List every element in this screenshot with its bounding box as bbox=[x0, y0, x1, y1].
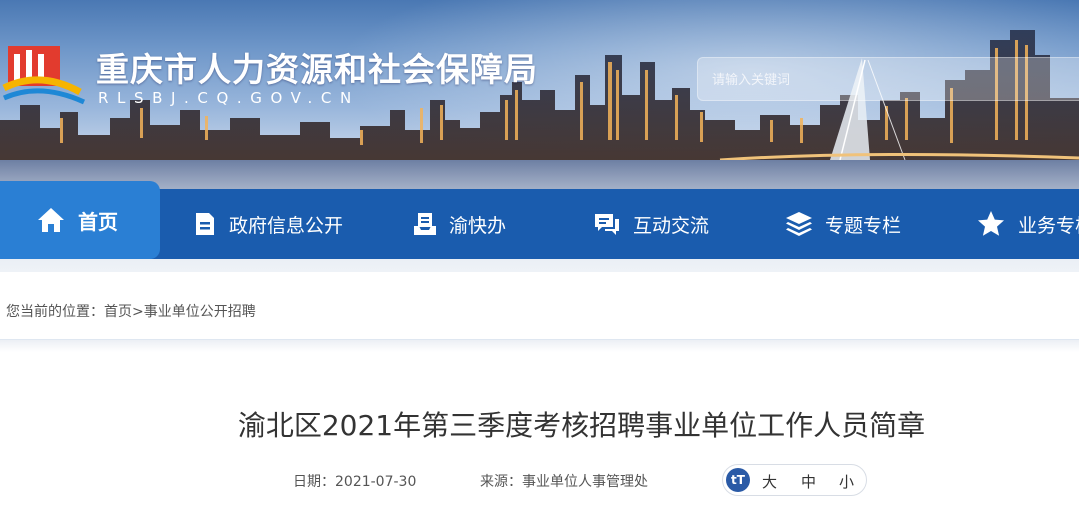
nav-item-label: 政府信息公开 bbox=[229, 214, 344, 237]
layers-icon bbox=[786, 212, 812, 236]
nav-item-gov-info[interactable]: 政府信息公开 bbox=[193, 189, 343, 259]
text-size-icon: tT bbox=[726, 468, 750, 492]
nav-item-label: 渝快办 bbox=[449, 214, 507, 237]
nav-item-business[interactable]: 业务专栏 bbox=[976, 189, 1079, 259]
document-icon bbox=[196, 213, 214, 235]
nav-item-label: 业务专栏 bbox=[1018, 214, 1079, 237]
nav-item-home[interactable]: 首页 bbox=[0, 181, 160, 259]
font-size-control: tT 大 中 小 bbox=[722, 464, 867, 496]
breadcrumb-bar: 您当前的位置：首页>事业单位公开招聘 bbox=[0, 285, 1079, 340]
date-label: 日期： bbox=[293, 474, 335, 490]
nav-item-label: 专题专栏 bbox=[825, 214, 902, 237]
site-title: 重庆市人力资源和社会保障局 bbox=[96, 50, 538, 89]
chat-icon bbox=[595, 214, 619, 235]
article-title: 渝北区2021年第三季度考核招聘事业单位工作人员简章 bbox=[237, 409, 926, 442]
main-nav: 首页 政府信息公开 渝快办 互动交流 专题专栏 业务专 bbox=[0, 181, 1079, 259]
breadcrumb-prefix: 您当前的位置： bbox=[6, 304, 104, 320]
file-tray-icon bbox=[414, 213, 436, 235]
home-icon bbox=[38, 208, 64, 232]
nav-item-label: 首页 bbox=[78, 209, 118, 234]
nav-item-label: 互动交流 bbox=[633, 214, 710, 237]
date-value: 2021-07-30 bbox=[335, 474, 417, 490]
nav-item-yukuaiban[interactable]: 渝快办 bbox=[413, 189, 506, 259]
site-logo bbox=[2, 46, 86, 105]
site-domain: RLSBJ.CQ.GOV.CN bbox=[98, 89, 360, 107]
nav-item-interaction[interactable]: 互动交流 bbox=[593, 189, 709, 259]
breadcrumb-separator: > bbox=[132, 304, 144, 320]
source-label: 来源： bbox=[480, 474, 522, 490]
search-box[interactable] bbox=[697, 57, 1079, 101]
font-size-medium-button[interactable]: 中 bbox=[801, 471, 816, 492]
article-date: 日期：2021-07-30 bbox=[293, 471, 416, 491]
breadcrumb-current-link[interactable]: 事业单位公开招聘 bbox=[144, 304, 256, 320]
divider bbox=[0, 340, 1079, 352]
search-input[interactable] bbox=[710, 68, 1054, 92]
font-size-small-button[interactable]: 小 bbox=[839, 471, 854, 492]
breadcrumb-home-link[interactable]: 首页 bbox=[104, 304, 132, 320]
font-size-large-button[interactable]: 大 bbox=[762, 471, 777, 492]
star-icon bbox=[978, 211, 1004, 236]
breadcrumb: 您当前的位置：首页>事业单位公开招聘 bbox=[6, 301, 256, 321]
nav-item-special[interactable]: 专题专栏 bbox=[785, 189, 901, 259]
source-value: 事业单位人事管理处 bbox=[522, 474, 648, 490]
article-source: 来源：事业单位人事管理处 bbox=[480, 471, 648, 491]
